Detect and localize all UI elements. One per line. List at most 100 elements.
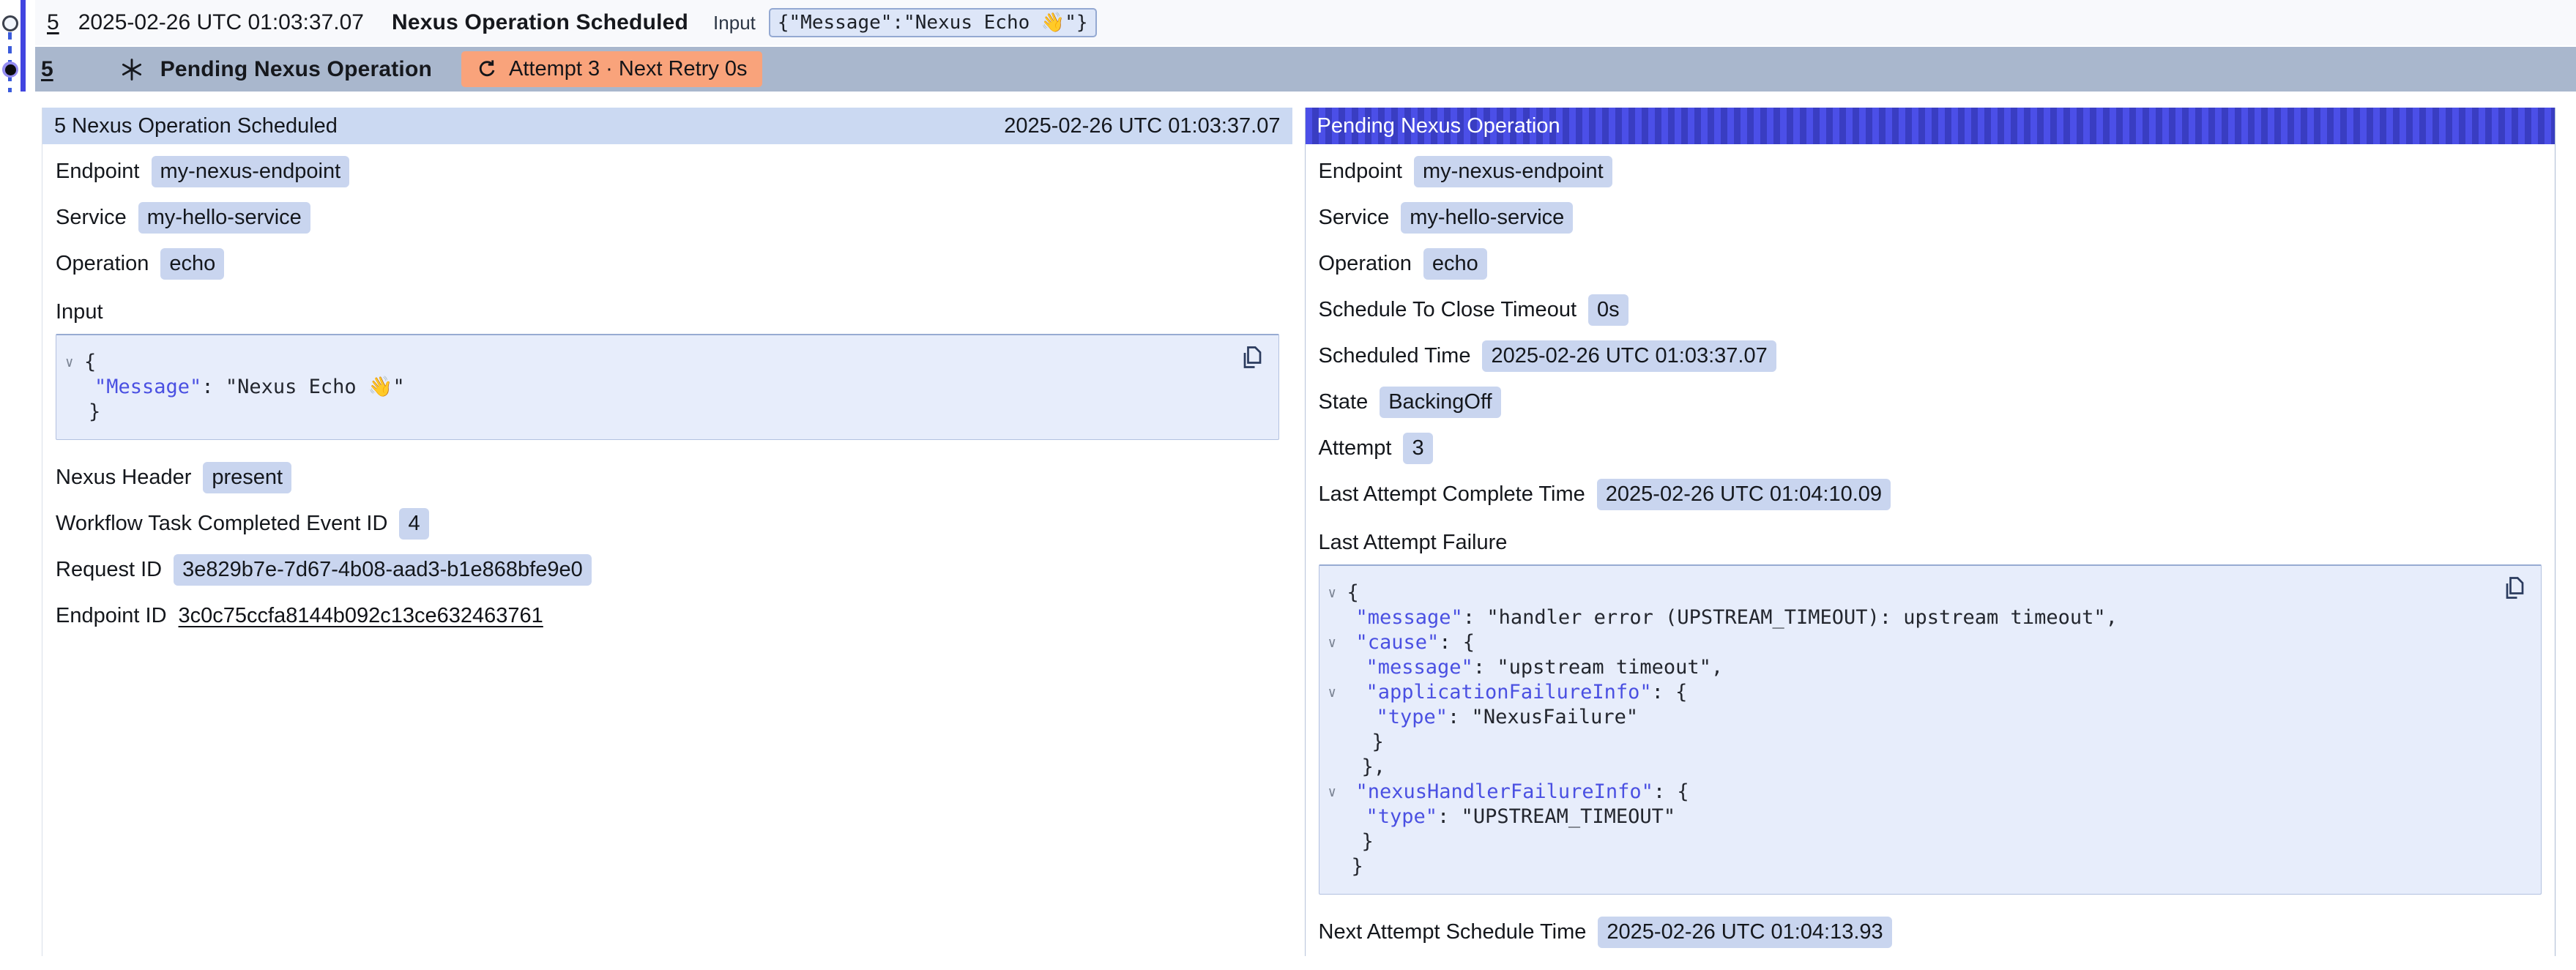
collapse-chevron-icon[interactable]: ∨: [1328, 680, 1347, 705]
field-row: Endpointmy-nexus-endpoint: [56, 149, 1279, 195]
json-code-line: ∨"applicationFailureInfo": {: [1328, 680, 2490, 705]
json-line-text: }: [1347, 829, 1374, 854]
field-value-badge: 3: [1403, 433, 1432, 464]
field-row: Scheduled Time2025-02-26 UTC 01:03:37.07: [1319, 333, 2542, 379]
json-line-text: {: [1347, 581, 1359, 605]
event-input-label: Input: [713, 12, 756, 34]
field-label: Operation: [1319, 252, 1412, 276]
pending-panel-title: Pending Nexus Operation: [1317, 114, 1560, 138]
field-label: Operation: [56, 252, 149, 276]
field-value-badge: 4: [399, 508, 428, 540]
event-history-row-scheduled[interactable]: 5 2025-02-26 UTC 01:03:37.07 Nexus Opera…: [35, 0, 2576, 45]
field-value-badge: present: [203, 462, 291, 493]
field-value-link[interactable]: 3c0c75ccfa8144b092c13ce632463761: [179, 604, 543, 628]
json-code-line: ∨"cause": {: [1328, 630, 2490, 655]
json-code-line: "type": "NexusFailure": [1328, 705, 2490, 730]
event-history-row-pending[interactable]: 5 Pending Nexus Operation Attempt 3 · Ne…: [35, 47, 2576, 92]
json-code-line: }: [1328, 730, 2490, 755]
json-key: "type": [1377, 706, 1448, 728]
failure-json-block: ∨{"message": "handler error (UPSTREAM_TI…: [1319, 564, 2542, 895]
json-plain: {: [84, 351, 96, 373]
copy-icon[interactable]: [2500, 575, 2528, 602]
field-label: Service: [1319, 206, 1390, 230]
event-title: Nexus Operation Scheduled: [392, 10, 688, 35]
json-line-text: "type": "UPSTREAM_TIMEOUT": [1347, 805, 1676, 829]
json-line-text: "cause": {: [1347, 630, 1475, 655]
json-plain: : {: [1439, 631, 1475, 654]
event-id-link[interactable]: 5: [47, 10, 59, 35]
field-value-badge: echo: [160, 248, 224, 280]
pending-fields-after: Next Attempt Schedule Time2025-02-26 UTC…: [1319, 909, 2542, 955]
field-row: StateBackingOff: [1319, 379, 2542, 425]
json-line-text: "message": "upstream timeout",: [1347, 655, 1724, 680]
field-row: Servicemy-hello-service: [56, 195, 1279, 241]
json-gutter: [1328, 755, 1347, 780]
json-gutter: [1328, 705, 1347, 730]
json-line-text: "message": "handler error (UPSTREAM_TIME…: [1347, 605, 2118, 630]
json-line-text: }: [1347, 730, 1384, 755]
event-id-link[interactable]: 5: [41, 57, 53, 82]
field-row: Endpoint my-nexus-endpoint: [1319, 149, 2542, 195]
field-label: Service: [56, 206, 127, 230]
json-line-text: }: [1347, 854, 1363, 879]
field-label: Workflow Task Completed Event ID: [56, 512, 387, 536]
json-key: "cause": [1356, 631, 1440, 654]
event-input-preview-chip: {"Message":"Nexus Echo 👋"}: [769, 8, 1097, 37]
field-row: Schedule To Close Timeout0s: [1319, 287, 2542, 333]
field-row: Request ID 3e829b7e-7d67-4b08-aad3-b1e868…: [56, 547, 1279, 593]
json-code-line: "Message": "Nexus Echo 👋": [65, 375, 1227, 400]
copy-icon[interactable]: [1237, 344, 1265, 372]
field-value-badge: 3e829b7e-7d67-4b08-aad3-b1e868bfe9e0: [174, 554, 592, 586]
json-plain: : "NexusFailure": [1448, 706, 1638, 728]
field-value-badge: my-hello-service: [1401, 202, 1573, 234]
collapse-chevron-icon[interactable]: ∨: [1328, 630, 1347, 655]
json-plain: : {: [1652, 681, 1688, 704]
scheduled-event-detail-panel: 5 Nexus Operation Scheduled 2025-02-26 U…: [42, 108, 1292, 956]
collapse-chevron-icon[interactable]: ∨: [65, 350, 84, 375]
field-value-badge: my-nexus-endpoint: [1414, 156, 1612, 187]
json-plain: : "handler error (UPSTREAM_TIMEOUT): ups…: [1463, 606, 2118, 629]
pending-event-title: Pending Nexus Operation: [160, 57, 432, 82]
json-line-text: "type": "NexusFailure": [1347, 705, 1639, 730]
json-gutter: [1328, 655, 1347, 680]
json-key: "Message": [94, 376, 201, 398]
json-code-line: ∨{: [1328, 581, 2490, 605]
failure-section-label: Last Attempt Failure: [1319, 528, 2542, 557]
json-plain: }: [1362, 830, 1374, 853]
json-code-line: ∨{: [65, 350, 1227, 375]
json-line-text: {: [84, 350, 96, 375]
json-gutter: [65, 400, 84, 425]
retry-icon: [476, 58, 499, 81]
retry-badge-text: Attempt 3 · Next Retry 0s: [509, 57, 748, 81]
timeline-active-bar: [21, 0, 26, 92]
json-code-line: }: [1328, 854, 2490, 879]
field-row: Attempt3: [1319, 425, 2542, 471]
retry-status-badge: Attempt 3 · Next Retry 0s: [461, 51, 762, 87]
event-timestamp: 2025-02-26 UTC 01:03:37.07: [78, 10, 364, 35]
field-label: Nexus Header: [56, 466, 191, 490]
field-value-badge: 0s: [1588, 294, 1628, 326]
field-value-badge: 2025-02-26 UTC 01:04:13.93: [1598, 917, 1891, 948]
collapse-chevron-icon[interactable]: ∨: [1328, 581, 1347, 605]
field-label: Endpoint: [1319, 160, 1403, 184]
scheduled-fields-after: Nexus Header present Workflow Task Complet…: [56, 455, 1279, 639]
json-key: "message": [1366, 656, 1473, 679]
scheduled-panel-title: 5 Nexus Operation Scheduled: [54, 114, 338, 138]
event-detail-panels: 5 Nexus Operation Scheduled 2025-02-26 U…: [42, 108, 2555, 956]
json-line-text: "applicationFailureInfo": {: [1347, 680, 1688, 705]
field-label: Scheduled Time: [1319, 344, 1471, 368]
json-line-text: "nexusHandlerFailureInfo": {: [1347, 780, 1689, 805]
json-code-line: }: [65, 400, 1227, 425]
timeline-open-marker: [2, 15, 18, 31]
json-gutter: [1328, 730, 1347, 755]
collapse-chevron-icon[interactable]: ∨: [1328, 780, 1347, 805]
json-plain: : {: [1653, 780, 1689, 803]
field-row: Workflow Task Completed Event ID 4: [56, 501, 1279, 547]
json-gutter: [1328, 829, 1347, 854]
json-gutter: [1328, 605, 1347, 630]
json-code-line: },: [1328, 755, 2490, 780]
field-label: Request ID: [56, 558, 162, 582]
field-row: Next Attempt Schedule Time2025-02-26 UTC…: [1319, 909, 2542, 955]
field-row: Last Attempt Complete Time2025-02-26 UTC…: [1319, 471, 2542, 518]
field-row: Operationecho: [1319, 241, 2542, 287]
